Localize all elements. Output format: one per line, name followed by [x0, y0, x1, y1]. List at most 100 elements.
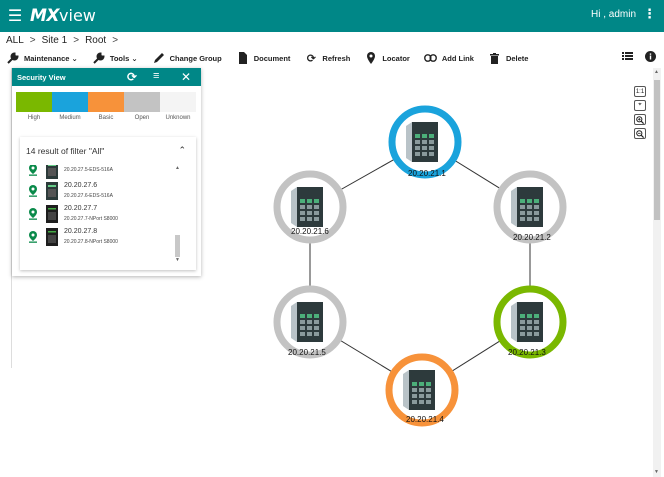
zoom-out-icon[interactable] — [634, 128, 646, 139]
breadcrumb-site[interactable]: Site 1 — [42, 35, 68, 46]
security-legend: High Medium Basic Open Unknown — [16, 92, 201, 121]
device-text: 20.20.27.7 20.20.27.7-NPort S8000 — [64, 204, 118, 224]
device-name: 20.20.27.6-EDS-516A — [64, 192, 113, 199]
node-label: 20.20.21.6 — [291, 227, 329, 236]
add-link-label: Add Link — [441, 53, 474, 63]
add-link-button[interactable]: Add Link — [424, 52, 474, 64]
security-view-panel: Security View ⟳ ≡ ✕ High Medium Basic Op… — [12, 68, 201, 276]
list-item[interactable]: 20.20.27.7 20.20.27.7-NPort S8000 — [20, 202, 196, 225]
tools-label: Tools — [109, 53, 130, 63]
legend-open: Open — [124, 92, 160, 121]
fit-screen-icon[interactable]: ⌖ — [634, 100, 646, 111]
legend-label: Medium — [59, 115, 81, 121]
topology-node-n3[interactable]: 20.20.21.3 — [493, 285, 567, 359]
topology-node-n1[interactable]: 20.20.21.1 — [388, 105, 462, 179]
device-text: 20.20.27.5-EDS-516A — [64, 165, 113, 175]
tools-menu[interactable]: Tools ⌄ — [92, 52, 138, 64]
chevron-down-icon: ⌄ — [129, 53, 138, 63]
switch-device-icon — [46, 165, 58, 179]
device-ip: 20.20.27.6 — [64, 181, 98, 189]
breadcrumb: ALL > Site 1 > Root > — [0, 32, 664, 48]
zoom-reset-button[interactable]: 1:1 — [634, 86, 646, 97]
topology-node-n6[interactable]: 20.20.21.6 — [273, 170, 347, 244]
change-group-label: Change Group — [169, 53, 222, 63]
refresh-button[interactable]: ⟳ Refresh — [304, 52, 351, 65]
logo-mx: MX — [30, 6, 60, 26]
topology-node-n5[interactable]: 20.20.21.5 — [273, 285, 347, 359]
legend-medium: Medium — [52, 92, 88, 121]
list-item[interactable]: 20.20.27.8 20.20.27.8-NPort S8000 — [20, 225, 196, 248]
switch-device-icon — [46, 181, 58, 200]
refresh-label: Refresh — [322, 53, 351, 63]
topology-node-n2[interactable]: 20.20.21.2 — [493, 170, 567, 244]
hamburger-menu-icon[interactable]: ☰ — [4, 6, 26, 26]
document-button[interactable]: Document — [236, 52, 290, 64]
device-ip: 20.20.27.7 — [64, 204, 98, 212]
device-list: 20.20.27.5-EDS-516A 20.20.27.6 20.20.27.… — [20, 165, 196, 267]
page-scrollbar[interactable]: ▲ ▼ — [653, 68, 661, 477]
scrollbar-thumb[interactable] — [654, 80, 660, 220]
list-scrollbar[interactable] — [175, 169, 180, 261]
location-pin-icon[interactable] — [28, 207, 38, 220]
info-icon[interactable] — [645, 51, 656, 64]
trash-icon — [488, 52, 502, 64]
legend-swatch — [124, 92, 160, 112]
scrollbar-thumb[interactable] — [175, 235, 180, 257]
pencil-icon — [152, 52, 166, 64]
node-label: 20.20.21.5 — [288, 348, 326, 357]
breadcrumb-root[interactable]: Root — [85, 35, 106, 46]
list-view-icon[interactable] — [622, 51, 633, 64]
delete-button[interactable]: Delete — [488, 52, 528, 64]
close-icon[interactable]: ✕ — [181, 70, 191, 84]
legend-swatch — [52, 92, 88, 112]
link-icon — [424, 52, 438, 64]
legend-high: High — [16, 92, 52, 121]
mxview-app: 20.20.21.1 20.20.21.2 20.20.21.3 20.20.21.4… — [0, 0, 664, 477]
node-label: 20.20.21.1 — [408, 169, 446, 178]
topology-node-n4[interactable]: 20.20.21.4 — [385, 353, 459, 427]
user-greeting[interactable]: Hi , admin — [591, 9, 636, 20]
list-item[interactable]: 20.20.27.5-EDS-516A — [20, 165, 196, 179]
chevron-down-icon: ⌄ — [69, 53, 78, 63]
device-name: 20.20.27.5-EDS-516A — [64, 167, 113, 173]
breadcrumb-all[interactable]: ALL — [6, 35, 24, 46]
legend-unknown: Unknown — [160, 92, 196, 121]
locator-label: Locator — [382, 53, 410, 63]
scroll-up-arrow[interactable]: ▲ — [654, 69, 659, 75]
filter-results-card: 14 result of filter "All" ⌃ 20.20.27.5-E… — [20, 137, 196, 270]
switch-device-icon — [511, 187, 543, 227]
results-title: 14 result of filter "All" — [26, 145, 105, 156]
zoom-in-icon[interactable] — [634, 114, 646, 125]
results-header: 14 result of filter "All" ⌃ — [20, 137, 196, 164]
switch-device-icon — [403, 370, 435, 410]
device-ip: 20.20.27.8 — [64, 227, 98, 235]
maintenance-menu[interactable]: Maintenance ⌄ — [6, 52, 78, 64]
legend-swatch — [88, 92, 124, 112]
scroll-down-arrow[interactable]: ▼ — [654, 469, 659, 475]
left-panel-edge — [0, 68, 12, 368]
node-label: 20.20.21.2 — [513, 233, 551, 242]
legend-basic: Basic — [88, 92, 124, 121]
chevron-right-icon: > — [73, 34, 80, 46]
filter-icon[interactable]: ≡ — [153, 70, 159, 82]
switch-device-icon — [511, 302, 543, 342]
switch-device-icon — [291, 187, 323, 227]
logo-view: view — [59, 6, 96, 25]
nport-device-icon — [46, 204, 58, 223]
change-group-button[interactable]: Change Group — [152, 52, 222, 64]
list-item[interactable]: 20.20.27.6 20.20.27.6-EDS-516A — [20, 179, 196, 202]
chevron-up-icon[interactable]: ⌃ — [178, 145, 186, 156]
chevron-right-icon: > — [29, 34, 36, 46]
wrench-icon — [6, 52, 20, 64]
location-pin-icon[interactable] — [28, 230, 38, 243]
scroll-down-arrow[interactable]: ▼ — [175, 257, 180, 263]
refresh-icon: ⟳ — [306, 52, 317, 65]
toolbar: Maintenance ⌄ Tools ⌄ Change Group Docum… — [0, 48, 664, 68]
refresh-icon[interactable]: ⟳ — [127, 70, 137, 84]
toolbar-right — [622, 51, 656, 64]
legend-label: Unknown — [165, 115, 191, 121]
location-pin-icon[interactable] — [28, 165, 38, 176]
more-vert-icon[interactable]: ⋮ — [643, 6, 656, 22]
location-pin-icon[interactable] — [28, 184, 38, 197]
locator-button[interactable]: Locator — [364, 52, 410, 64]
